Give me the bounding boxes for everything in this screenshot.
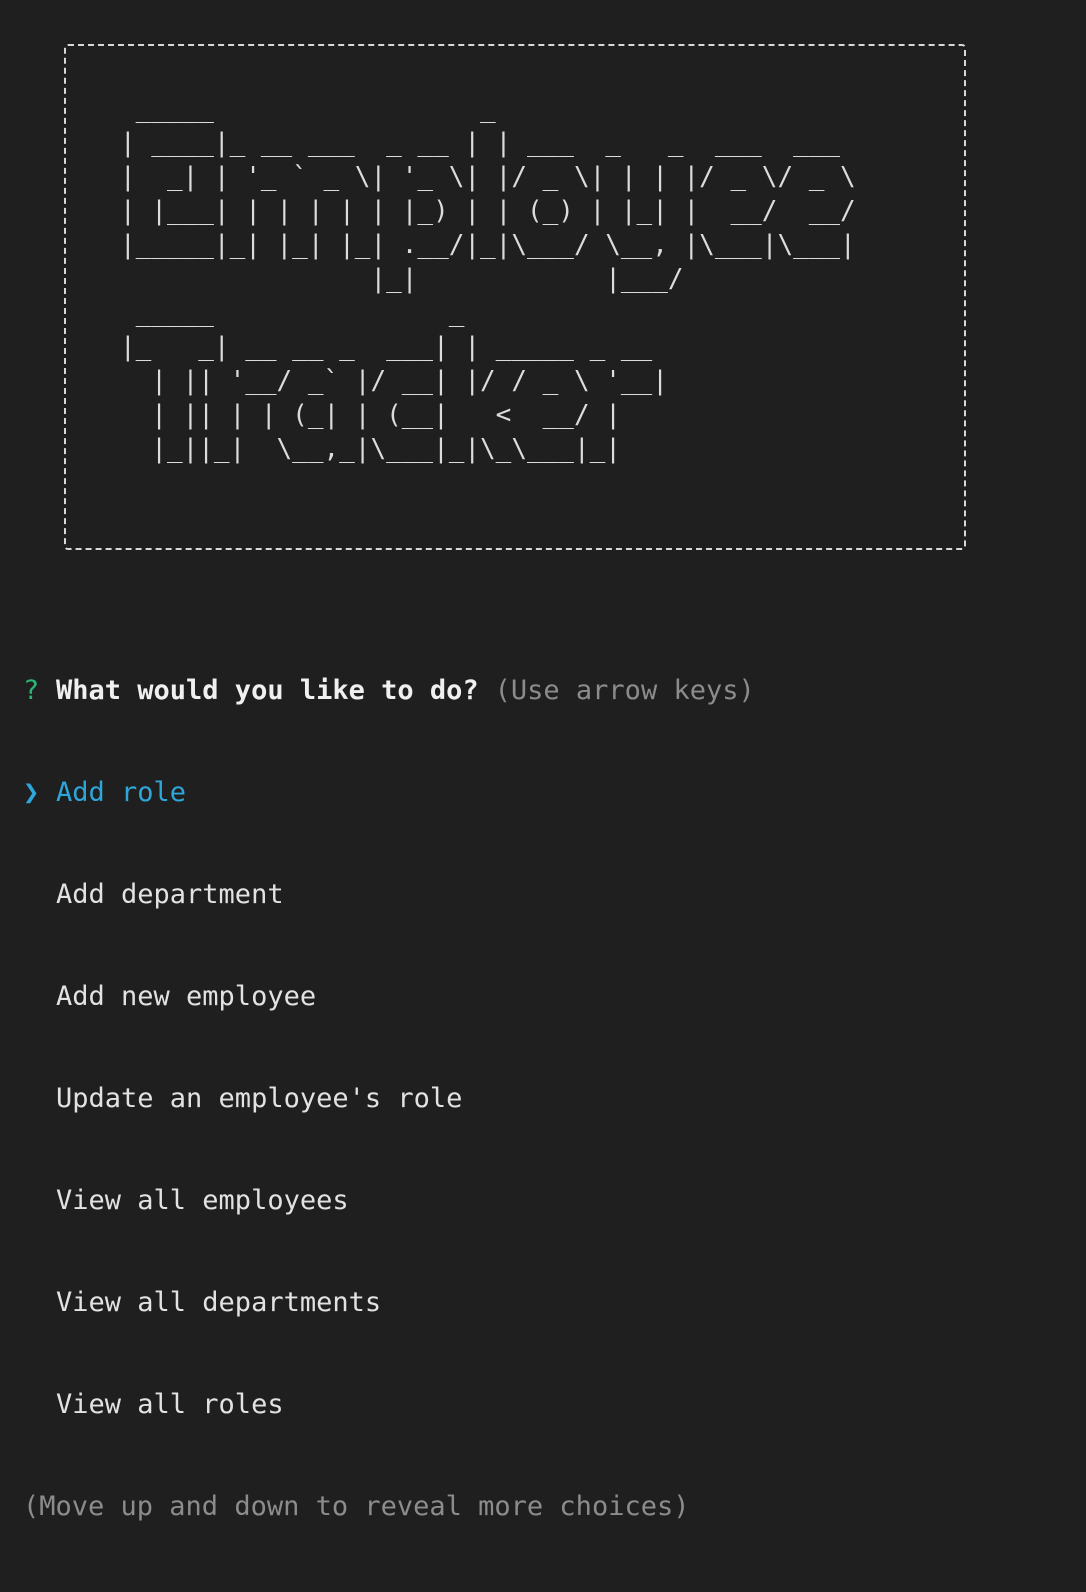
choice-item[interactable]: Update an employee's role — [23, 1082, 755, 1116]
more-choices-hint: (Move up and down to reveal more choices… — [23, 1491, 690, 1522]
choice-label[interactable]: View all departments — [23, 1286, 381, 1320]
prompt-question-line: ? What would you like to do? (Use arrow … — [23, 674, 755, 708]
choice-label[interactable]: Add department — [23, 878, 284, 912]
choice-item-selected[interactable]: ❯ Add role — [23, 776, 755, 810]
choice-item[interactable]: View all employees — [23, 1184, 755, 1218]
footer-hint-line: (Move up and down to reveal more choices… — [23, 1490, 755, 1524]
prompt-hint: (Use arrow keys) — [494, 675, 755, 706]
question-mark-icon: ? — [23, 675, 40, 706]
choice-item[interactable]: Add new employee — [23, 980, 755, 1014]
terminal-window: _____ _ | ____|_ __ ___ _ __ | | ___ _ _… — [0, 0, 1086, 1522]
choice-label[interactable]: View all roles — [23, 1388, 284, 1422]
prompt-question: What would you like to do? — [56, 675, 479, 706]
choice-label[interactable]: Add new employee — [23, 980, 316, 1014]
choice-item[interactable]: View all roles — [23, 1388, 755, 1422]
pointer-icon: ❯ — [23, 777, 40, 808]
choice-label[interactable]: Update an employee's role — [23, 1082, 462, 1116]
choice-item[interactable]: View all departments — [23, 1286, 755, 1320]
choice-label[interactable]: Add role — [56, 776, 186, 810]
choice-item[interactable]: Add department — [23, 878, 755, 912]
inquirer-prompt: ? What would you like to do? (Use arrow … — [23, 606, 755, 1592]
choice-label[interactable]: View all employees — [23, 1184, 349, 1218]
ascii-banner: _____ _ | ____|_ __ ___ _ __ | | ___ _ _… — [120, 94, 856, 464]
